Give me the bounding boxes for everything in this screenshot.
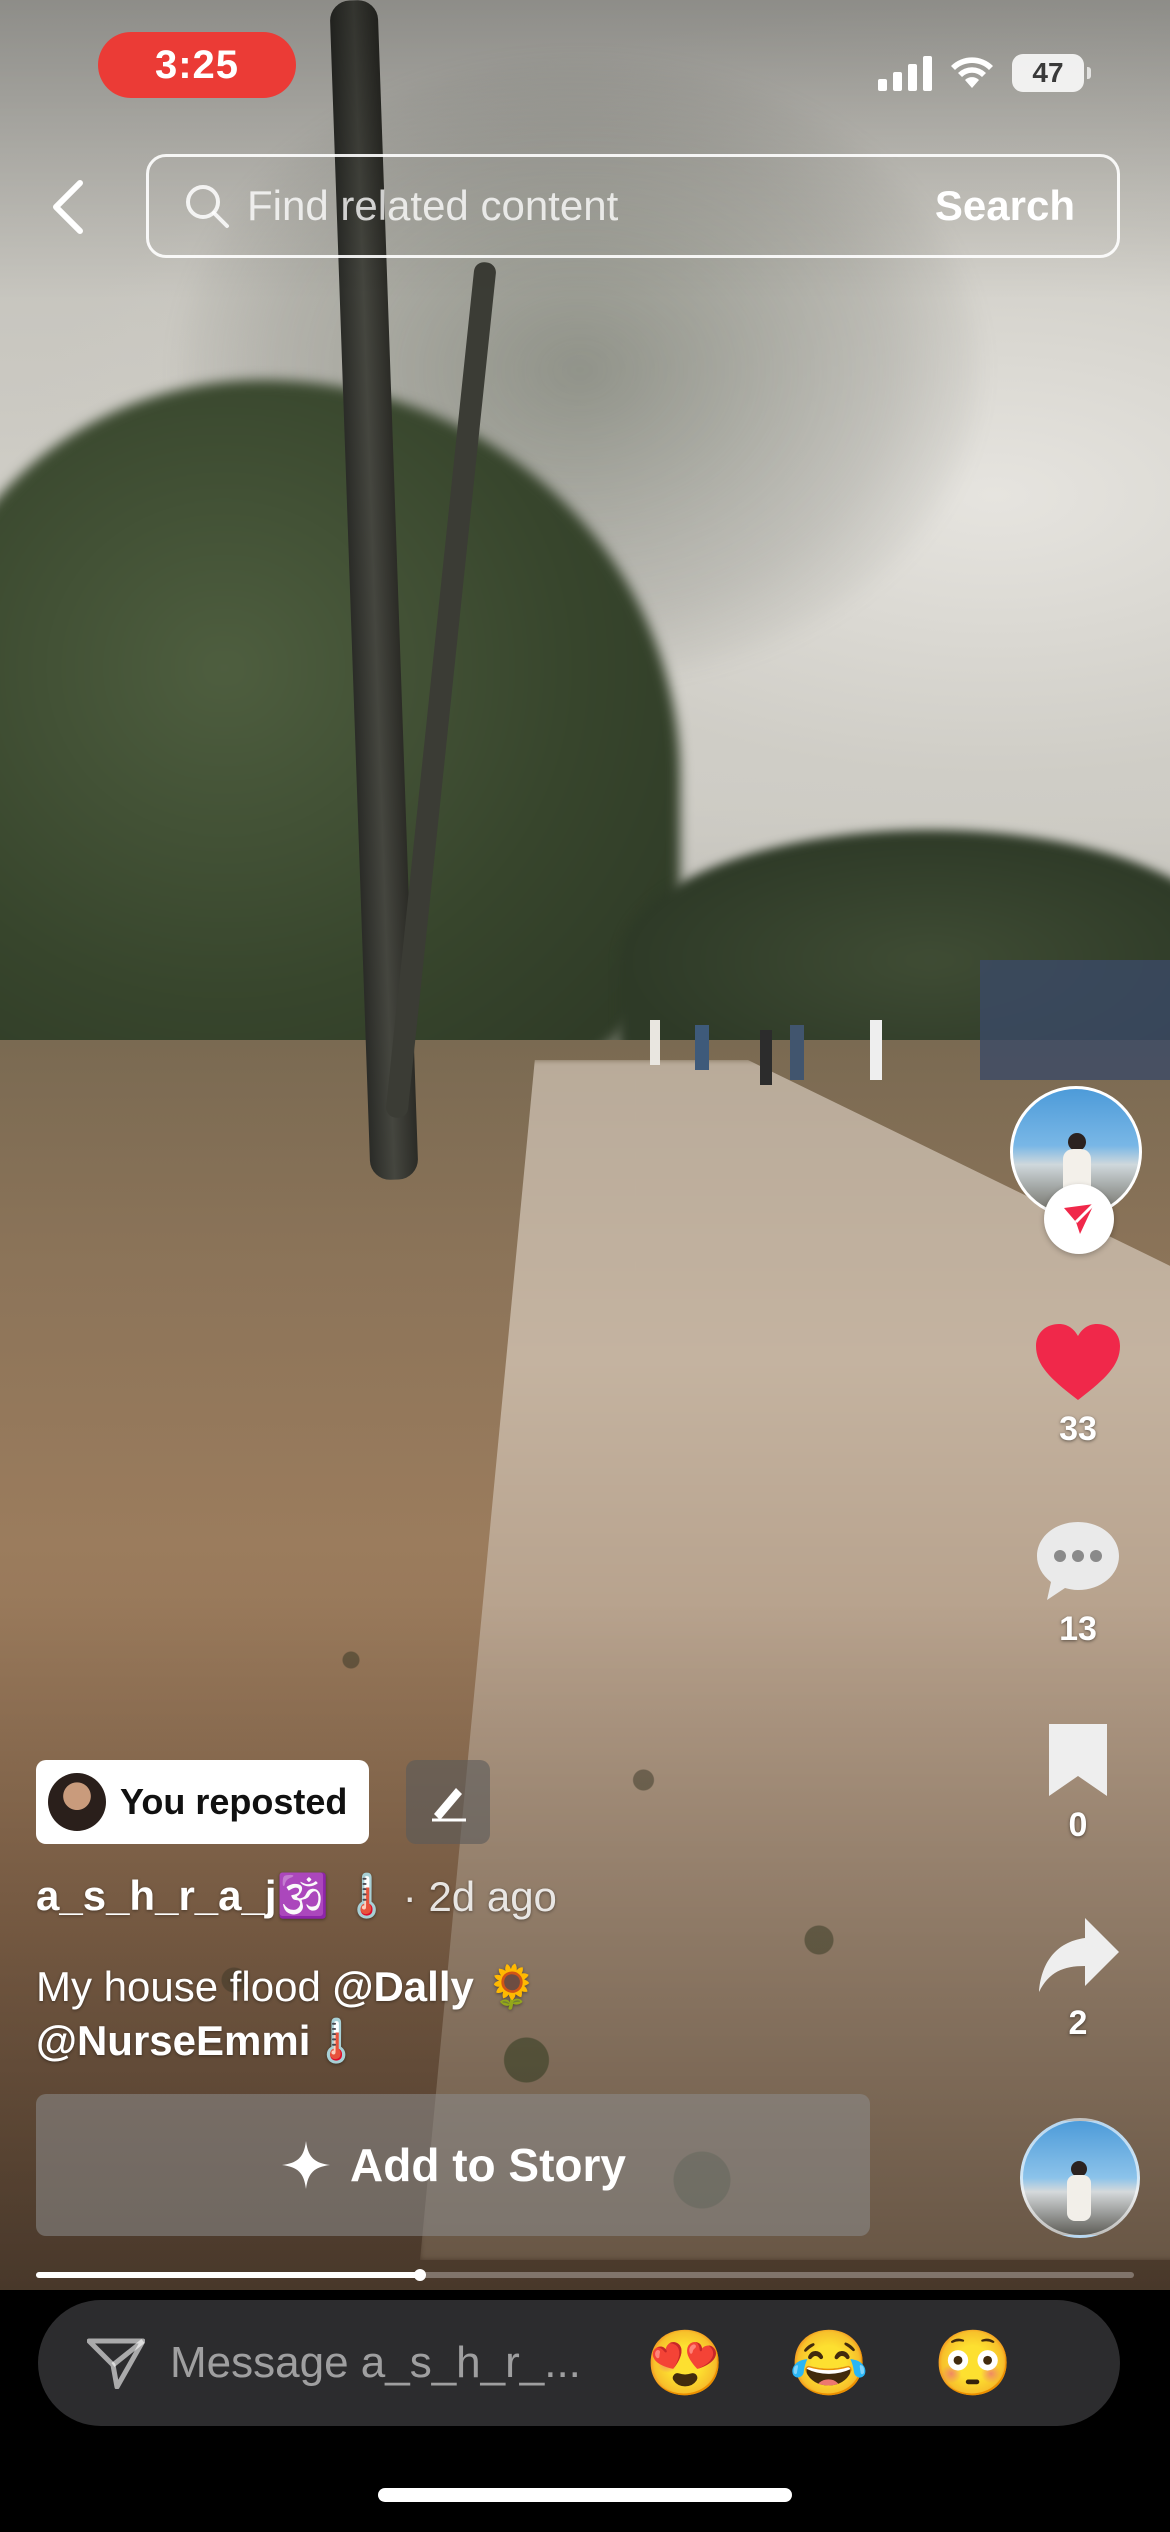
comment-bubble-icon <box>1037 1522 1119 1600</box>
edit-repost-button[interactable] <box>406 1760 490 1844</box>
author-username[interactable]: a_s_h_r_a_j🕉️ 🌡️ <box>36 1872 393 1921</box>
add-to-story-label: Add to Story <box>350 2139 626 2191</box>
author-line: a_s_h_r_a_j🕉️ 🌡️ · 2d ago <box>36 1872 557 1921</box>
creator-avatar-button[interactable] <box>1010 1086 1146 1256</box>
video-player[interactable] <box>0 0 1170 2290</box>
heart-icon <box>1036 1324 1120 1400</box>
post-time-ago: · 2d ago <box>402 1872 557 1920</box>
search-bar[interactable]: Search <box>146 154 1120 258</box>
search-icon <box>183 182 231 230</box>
chevron-left-icon <box>53 180 83 234</box>
status-time: 3:25 <box>98 32 296 98</box>
user-mini-avatar <box>48 1773 106 1831</box>
caption-text: My house flood <box>36 1963 333 2010</box>
share-arrow-icon <box>1039 1918 1119 1992</box>
mention-dally[interactable]: @Dally <box>333 1963 474 2010</box>
repost-arrow-icon <box>1064 1202 1096 1234</box>
save-count: 0 <box>1068 1806 1088 1844</box>
save-button[interactable]: 0 <box>1026 1720 1130 1845</box>
post-caption: My house flood @Dally 🌻 @NurseEmmi🌡️ <box>36 1960 636 2068</box>
video-progress-fill <box>36 2269 427 2281</box>
reposted-badge[interactable]: You reposted <box>36 1760 370 1844</box>
comment-count: 13 <box>1059 1610 1097 1648</box>
message-input[interactable]: Message a_s_h_r_... <box>170 2338 630 2388</box>
comment-button[interactable]: 13 <box>1026 1518 1130 1649</box>
add-to-story-button[interactable]: Add to Story <box>36 2094 870 2236</box>
caption-emoji-thermometer: 🌡️ <box>310 2017 363 2064</box>
quick-emoji-flushed[interactable]: 😳 <box>918 2326 1028 2401</box>
back-button[interactable] <box>38 172 98 242</box>
share-count: 2 <box>1068 2004 1088 2042</box>
bookmark-icon <box>1049 1724 1107 1796</box>
repost-label: You reposted <box>120 1781 348 1822</box>
pencil-icon <box>432 1788 466 1822</box>
video-progress-bar[interactable] <box>36 2269 1134 2281</box>
cellular-signal-icon <box>878 55 932 91</box>
quick-emoji-heart-eyes[interactable]: 😍 <box>630 2326 740 2401</box>
home-indicator[interactable] <box>378 2488 792 2502</box>
message-bar[interactable]: Message a_s_h_r_... 😍 😂 😳 <box>38 2300 1120 2426</box>
send-icon <box>86 2333 146 2393</box>
mention-nurseemmi[interactable]: @NurseEmmi <box>36 2017 310 2064</box>
sound-disc-button[interactable] <box>1020 2118 1140 2238</box>
repost-badge[interactable] <box>1044 1184 1114 1254</box>
video-people <box>640 1010 900 1100</box>
search-button[interactable]: Search <box>929 181 1081 231</box>
share-button[interactable]: 2 <box>1026 1914 1130 2043</box>
video-house <box>980 960 1170 1080</box>
caption-emoji-sunflower: 🌻 <box>473 1963 538 2010</box>
wifi-icon <box>951 57 993 88</box>
quick-emoji-laughing[interactable]: 😂 <box>774 2326 884 2401</box>
status-icons: 47 <box>878 54 1091 92</box>
battery-indicator: 47 <box>1012 54 1091 92</box>
search-input[interactable] <box>245 181 929 231</box>
like-count: 33 <box>1059 1410 1097 1448</box>
like-button[interactable]: 33 <box>1026 1320 1130 1449</box>
sparkle-icon <box>282 2141 330 2189</box>
